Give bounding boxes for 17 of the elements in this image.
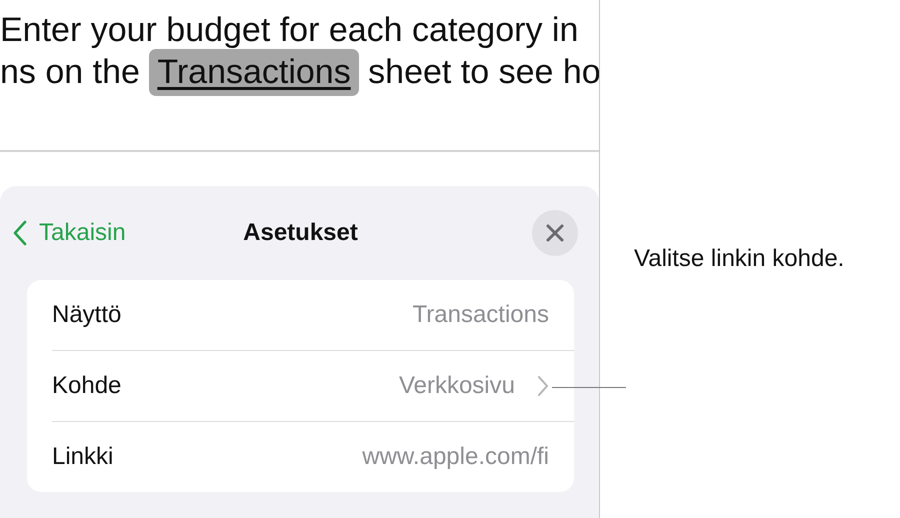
close-button[interactable] — [532, 210, 578, 256]
back-button[interactable]: Takaisin — [13, 219, 126, 247]
row-label: Näyttö — [52, 301, 122, 329]
callout-text: Valitse linkin kohde. — [634, 245, 844, 273]
document-text: Enter your budget for each category in — [0, 12, 580, 48]
close-icon — [546, 224, 564, 242]
panel-title: Asetukset — [243, 219, 358, 247]
chevron-icon — [537, 375, 549, 397]
row-value[interactable]: Verkkosivu — [398, 372, 515, 400]
document-text: ns on the — [0, 52, 141, 92]
row-label: Kohde — [52, 372, 122, 400]
row-label: Linkki — [52, 443, 114, 471]
document-text: sheet to see ho — [367, 52, 599, 92]
row-value: www.apple.com/fi — [362, 443, 549, 471]
row-value: Transactions — [412, 301, 549, 329]
back-chevron-icon — [13, 220, 27, 246]
text-link[interactable]: Transactions — [149, 48, 359, 96]
